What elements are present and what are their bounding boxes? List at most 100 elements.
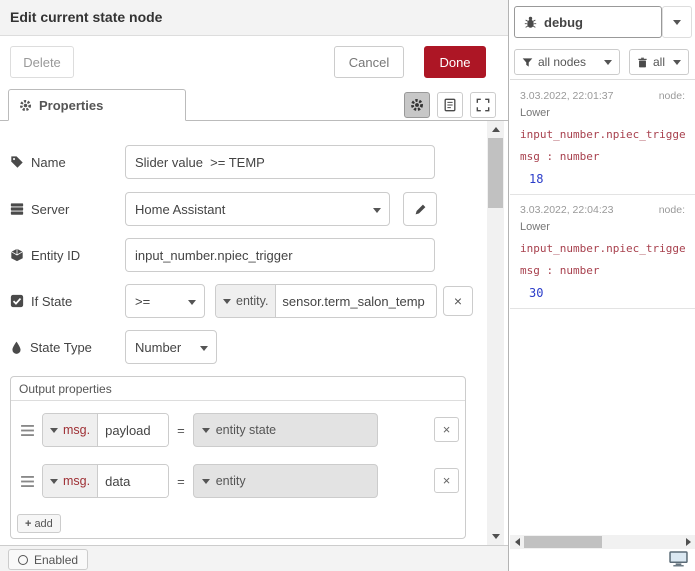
edit-server-button[interactable] [403,192,437,226]
cube-icon [11,248,23,262]
clear-messages-button[interactable]: all [629,49,689,75]
debug-horizontal-scrollbar[interactable] [510,535,695,549]
tab-properties[interactable]: Properties [8,89,186,121]
output-value-label: entity [215,474,246,488]
state-type-value: Number [135,339,182,355]
scroll-left-button[interactable] [510,535,524,549]
equals-sign: = [177,422,185,438]
form-scrollbar[interactable] [487,121,504,545]
sidebar-menu-button[interactable] [662,6,692,38]
msg-type-button[interactable]: msg. [43,414,99,446]
if-state-row: If State >= entity. sensor.term_salon_te… [10,284,480,318]
chevron-down-icon [673,19,681,25]
output-target-input[interactable] [98,465,169,497]
debug-path[interactable]: msg : number [520,150,685,164]
server-label-text: Server [31,201,70,217]
drag-handle-icon[interactable] [21,475,34,487]
scroll-down-button[interactable] [487,528,504,545]
editor-tab-bar: Properties [0,89,508,121]
state-type-select[interactable]: Number [125,330,217,364]
debug-tab-label: debug [544,14,583,30]
node-properties-form: Name Server Home Assistant [0,121,487,545]
expand-button[interactable] [470,92,496,118]
output-value-select[interactable]: entity [192,464,378,498]
close-icon: × [442,422,451,437]
debug-timestamp: 3.03.2022, 22:01:37 [520,90,614,102]
description-button[interactable] [437,92,463,118]
server-label: Server [10,192,69,226]
node-red-workspace: Edit current state node Delete Cancel Do… [0,0,695,571]
entity-id-input[interactable] [125,238,435,272]
chevron-down-icon [201,427,210,433]
output-value-label: entity state [215,423,277,437]
edit-node-dialog: Edit current state node Delete Cancel Do… [0,0,509,571]
msg-type-button[interactable]: msg. [43,465,99,497]
if-state-label: If State [10,284,72,318]
if-state-value[interactable]: sensor.term_salon_temp [276,285,430,317]
filter-nodes-button[interactable]: all nodes [514,49,620,75]
arrow-down-icon [491,534,500,539]
done-button[interactable]: Done [424,46,486,78]
state-type-label: State Type [10,330,92,364]
if-state-type-label: entity. [236,294,269,308]
server-select-value: Home Assistant [135,201,226,217]
dialog-title: Edit current state node [0,0,508,36]
open-debug-window-button[interactable] [665,549,691,569]
debug-node-label: node: [658,90,685,102]
server-row: Server Home Assistant [10,192,480,226]
chevron-down-icon [604,59,612,65]
scrollbar-thumb[interactable] [524,536,602,548]
name-input[interactable] [125,145,435,179]
close-icon: × [453,293,463,309]
arrow-left-icon [514,538,520,546]
debug-node-name: Lower [520,107,550,119]
if-state-type-button[interactable]: entity. [216,285,277,317]
arrow-up-icon [491,127,500,132]
clear-if-state-button[interactable]: × [443,286,473,316]
bug-icon [524,16,537,28]
trash-icon [638,57,647,67]
server-icon [10,203,24,215]
chevron-down-icon [50,427,58,433]
if-state-operator-select[interactable]: >= [125,284,205,318]
monitor-icon [668,551,688,567]
remove-output-row-button[interactable]: × [434,417,459,442]
enabled-toggle-button[interactable]: Enabled [8,549,89,570]
output-target-typed-input: msg. [42,464,170,498]
scroll-up-button[interactable] [487,121,504,138]
delete-button[interactable]: Delete [10,46,74,78]
tag-icon [11,156,23,168]
entity-id-row: Entity ID [10,238,480,272]
debug-path[interactable]: msg : number [520,264,685,278]
add-output-property-button[interactable]: + add [17,514,61,533]
remove-output-row-button[interactable]: × [434,468,459,493]
enabled-label: Enabled [34,552,79,567]
chevron-down-icon [223,298,231,304]
output-value-select[interactable]: entity state [192,413,378,447]
output-target-input[interactable] [98,414,169,446]
debug-value: 18 [529,172,544,186]
editor-tab-buttons [404,92,496,118]
output-target-typed-input: msg. [42,413,170,447]
name-label: Name [10,145,66,179]
cancel-button[interactable]: Cancel [334,46,404,78]
scroll-right-button[interactable] [681,535,695,549]
chevron-down-icon [201,478,210,484]
filter-icon [522,57,533,67]
arrow-right-icon [685,538,691,546]
output-properties-box: Output properties msg. = entity state [10,376,466,539]
server-select[interactable]: Home Assistant [125,192,390,226]
output-row-payload: msg. = entity state × [11,413,465,447]
debug-message[interactable]: 3.03.2022, 22:04:23 node: Lower input_nu… [510,195,695,309]
debug-tab[interactable]: debug [514,6,662,38]
if-state-typed-input: entity. sensor.term_salon_temp [215,284,437,318]
settings-button[interactable] [404,92,430,118]
debug-message[interactable]: 3.03.2022, 22:01:37 node: Lower input_nu… [510,81,695,195]
debug-timestamp: 3.03.2022, 22:04:23 [520,204,614,216]
check-square-icon [10,294,24,308]
drag-handle-icon[interactable] [21,424,34,436]
close-icon: × [442,473,451,488]
debug-message-meta: 3.03.2022, 22:04:23 node: [520,204,685,217]
scrollbar-thumb[interactable] [488,138,503,208]
if-state-label-text: If State [31,293,73,309]
